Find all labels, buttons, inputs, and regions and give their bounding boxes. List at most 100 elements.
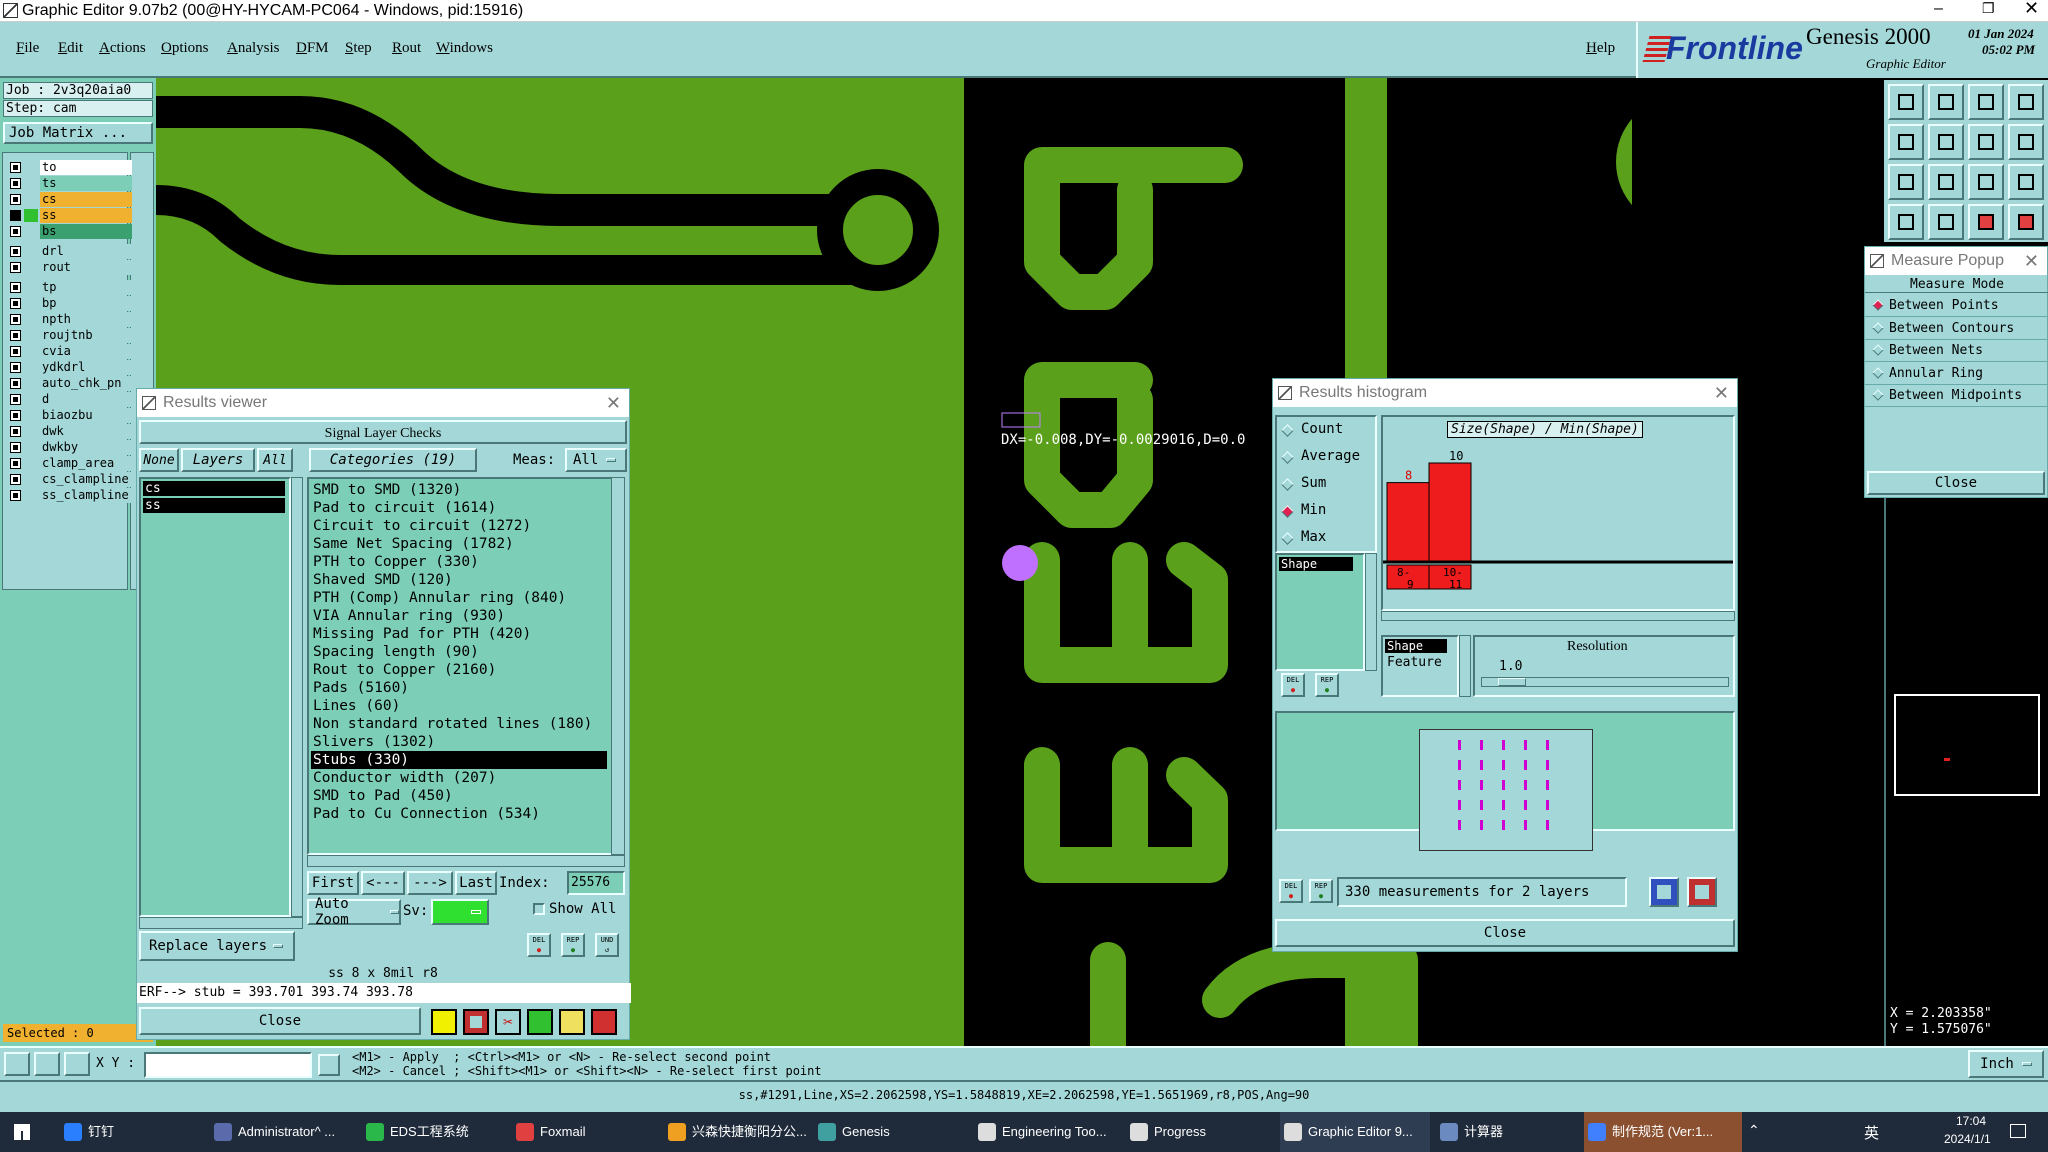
layer-row-bs[interactable]: bs xyxy=(8,224,132,239)
radio-diamond-icon[interactable] xyxy=(1872,366,1884,379)
category-item[interactable]: Non standard rotated lines (180) xyxy=(311,715,607,733)
category-item[interactable]: Shaved SMD (120) xyxy=(311,571,607,589)
numbers-icon[interactable] xyxy=(527,1009,553,1035)
move-down-icon[interactable] xyxy=(1928,84,1964,120)
category-item[interactable]: PTH (Comp) Annular ring (840) xyxy=(311,589,607,607)
units-dropdown[interactable]: Inch xyxy=(1968,1050,2044,1078)
restore-button[interactable]: ❐ xyxy=(1982,0,1995,17)
mode-option-average[interactable]: Average xyxy=(1281,448,1375,468)
chart-export-icon[interactable] xyxy=(1649,877,1679,907)
measure-option[interactable]: Between Points xyxy=(1865,295,2048,317)
category-item[interactable]: SMD to SMD (1320) xyxy=(311,481,607,499)
categories-list[interactable]: SMD to SMD (1320) Pad to circuit (1614) Ci… xyxy=(307,477,619,855)
und-icon[interactable]: UND ↺ xyxy=(595,933,619,957)
layer-row-cs[interactable]: cs xyxy=(8,192,132,207)
layer-row-ss[interactable]: ss xyxy=(8,208,132,223)
category-item[interactable]: Pad to Cu Connection (534) xyxy=(311,805,607,823)
layer-item-ss[interactable]: ss xyxy=(143,498,285,513)
radio-diamond-icon[interactable] xyxy=(1281,424,1294,437)
tools-icon[interactable] xyxy=(1888,204,1924,240)
layer-row-ts[interactable]: ts xyxy=(8,176,132,191)
snap-icon[interactable] xyxy=(34,1052,60,1076)
layer-checkbox[interactable] xyxy=(10,474,21,485)
layer-row-dwk[interactable]: dwk xyxy=(8,424,132,439)
histogram-close-button[interactable]: Close xyxy=(1275,919,1735,947)
layer-row-cvia[interactable]: cvia xyxy=(8,344,132,359)
category-item[interactable]: PTH to Copper (330) xyxy=(311,553,607,571)
chart-hscroll[interactable] xyxy=(1381,611,1735,621)
radio-diamond-icon[interactable] xyxy=(1281,478,1294,491)
layer-row-to[interactable]: to xyxy=(8,160,132,175)
close-window-button[interactable]: ✕ xyxy=(2024,0,2039,19)
layer-checkbox[interactable] xyxy=(10,194,21,205)
layer-row-ss_clampline[interactable]: ss_clampline xyxy=(8,488,132,503)
taskbar-item[interactable]: Foxmail xyxy=(512,1112,658,1152)
layers-hscroll[interactable] xyxy=(139,917,303,929)
layers-vscroll[interactable] xyxy=(291,477,303,917)
prev-button[interactable]: <--- xyxy=(361,871,405,895)
categories-vscroll[interactable] xyxy=(611,477,625,855)
radio-diamond-icon[interactable] xyxy=(1281,505,1294,518)
histogram-bar[interactable] xyxy=(1428,462,1472,562)
next-view-icon[interactable] xyxy=(1928,124,1964,160)
hist-rep-icon[interactable]: REP ● xyxy=(1315,673,1339,697)
category-item[interactable]: Rout to Copper (2160) xyxy=(311,661,607,679)
measure-popup-close-icon[interactable]: ✕ xyxy=(2024,247,2039,275)
category-item[interactable]: VIA Annular ring (930) xyxy=(311,607,607,625)
overview-map[interactable] xyxy=(1894,694,2040,796)
histogram-list-item[interactable]: Shape xyxy=(1279,557,1353,571)
menu-options[interactable]: Options xyxy=(161,40,209,57)
taskbar-item[interactable]: 钉钉 xyxy=(60,1112,200,1152)
taskbar-item[interactable]: Progress xyxy=(1126,1112,1272,1152)
category-item[interactable]: Pad to circuit (1614) xyxy=(311,499,607,517)
layer-checkbox[interactable] xyxy=(10,378,21,389)
taskbar-item[interactable]: 制作规范 (Ver:1... xyxy=(1584,1112,1742,1152)
prev-view-icon[interactable] xyxy=(1888,124,1924,160)
histogram-close-icon[interactable]: ✕ xyxy=(1714,379,1729,407)
first-button[interactable]: First xyxy=(307,871,359,895)
rep-icon[interactable]: REP ● xyxy=(561,933,585,957)
menu-analysis[interactable]: Analysis xyxy=(227,40,280,57)
del-icon[interactable]: DEL ● xyxy=(527,933,551,957)
mode-option-count[interactable]: Count xyxy=(1281,421,1375,441)
results-viewer-close-button[interactable]: Close xyxy=(139,1007,421,1035)
layer-checkbox[interactable] xyxy=(10,226,21,237)
measure-option[interactable]: Annular Ring xyxy=(1865,363,2048,385)
meas-del-icon[interactable]: DEL ● xyxy=(1279,879,1303,903)
layer-checkbox[interactable] xyxy=(10,178,21,189)
zoom-icon[interactable] xyxy=(4,1052,30,1076)
layers-list[interactable]: cs ss xyxy=(139,477,291,917)
category-item[interactable]: Pads (5160) xyxy=(311,679,607,697)
info-icon[interactable] xyxy=(318,1054,340,1076)
tab-layers[interactable]: Layers xyxy=(181,448,255,472)
home-icon[interactable] xyxy=(1968,84,2004,120)
measure-option[interactable]: Between Nets xyxy=(1865,340,2048,362)
category-item[interactable]: Slivers (1302) xyxy=(311,733,607,751)
layer-row-ydkdrl[interactable]: ydkdrl xyxy=(8,360,132,375)
xy-input[interactable] xyxy=(144,1052,312,1078)
menu-step[interactable]: Step xyxy=(345,40,372,57)
radio-diamond-icon[interactable] xyxy=(1872,299,1884,311)
hist-del-icon[interactable]: DEL ● xyxy=(1281,673,1305,697)
layer-row-cs_clampline[interactable]: cs_clampline xyxy=(8,472,132,487)
histogram-bar[interactable] xyxy=(1386,482,1430,562)
minimize-button[interactable]: – xyxy=(1934,0,1943,18)
next-button[interactable]: ---> xyxy=(407,871,453,895)
tab-all[interactable]: All xyxy=(257,448,293,472)
taskbar-item[interactable]: 兴森快捷衡阳分公... xyxy=(664,1112,810,1152)
replace-layers-dropdown[interactable]: Replace layers xyxy=(139,931,295,961)
layer-checkbox[interactable] xyxy=(10,410,21,421)
taskbar-item[interactable]: Engineering Too... xyxy=(974,1112,1120,1152)
mode-option-sum[interactable]: Sum xyxy=(1281,475,1375,495)
menu-rout[interactable]: Rout xyxy=(392,40,421,57)
tab-none[interactable]: None xyxy=(139,448,179,472)
radio-diamond-icon[interactable] xyxy=(1872,321,1884,334)
layer-row-bp[interactable]: bp xyxy=(8,296,132,311)
meas-rep-icon[interactable]: REP ● xyxy=(1309,879,1333,903)
help-icon[interactable] xyxy=(2008,164,2044,200)
radio-diamond-icon[interactable] xyxy=(1281,532,1294,545)
layer-checkbox[interactable] xyxy=(10,490,21,501)
index-input[interactable]: 25576 xyxy=(567,871,625,895)
bar-chart-icon[interactable] xyxy=(591,1009,617,1035)
measure-popup-close-button[interactable]: Close xyxy=(1867,471,2045,495)
